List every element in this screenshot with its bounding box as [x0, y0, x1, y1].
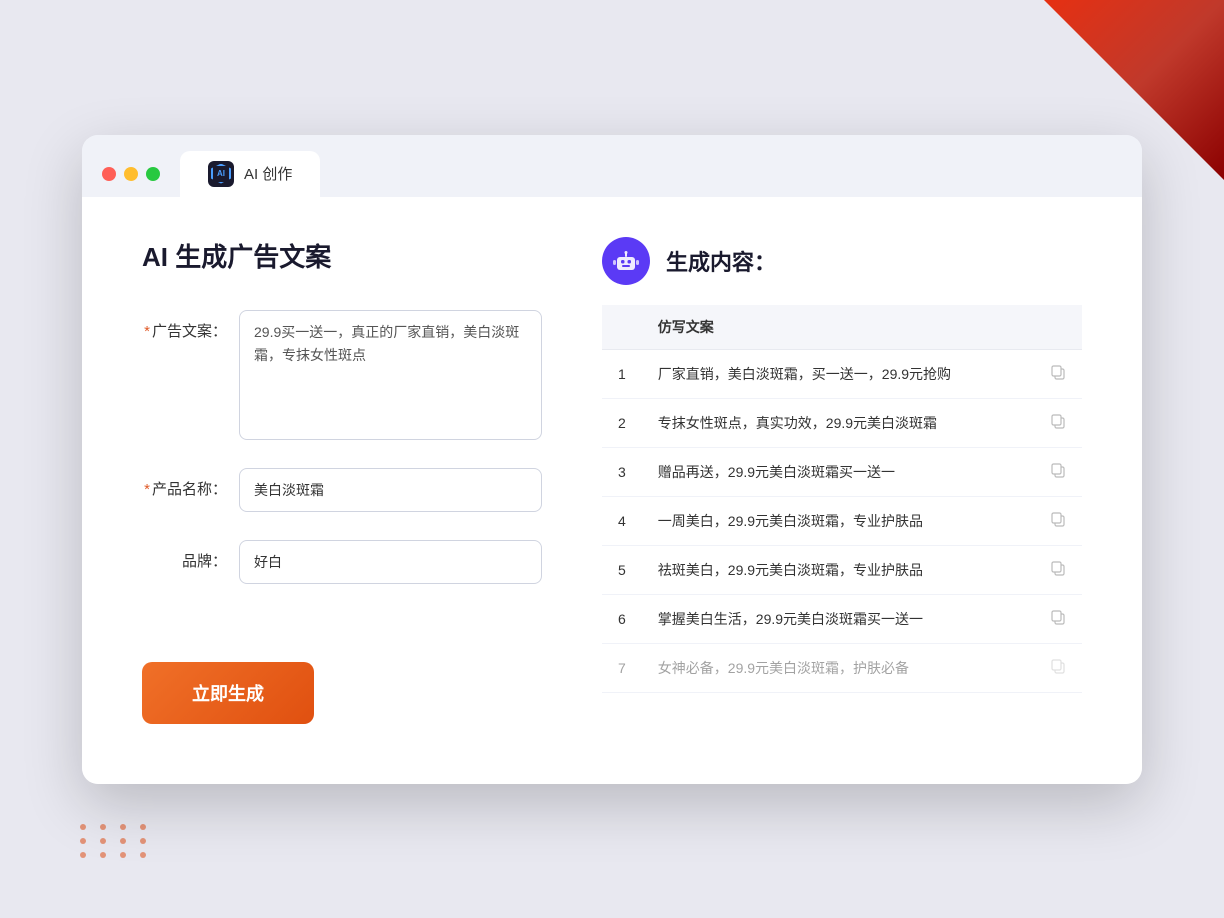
table-row: 7 女神必备，29.9元美白淡斑霜，护肤必备 — [602, 643, 1082, 692]
tab-ai-create[interactable]: AI AI 创作 — [180, 151, 320, 197]
row-text: 一周美白，29.9元美白淡斑霜，专业护肤品 — [642, 496, 1034, 545]
minimize-button[interactable] — [124, 167, 138, 181]
required-star-ad: * — [144, 323, 150, 340]
row-number: 1 — [602, 349, 642, 398]
row-text: 掌握美白生活，29.9元美白淡斑霜买一送一 — [642, 594, 1034, 643]
row-number: 5 — [602, 545, 642, 594]
main-content: AI 生成广告文案 *广告文案： 29.9买一送一，真正的厂家直销，美白淡斑霜，… — [82, 197, 1142, 784]
result-table: 仿写文案 1 厂家直销，美白淡斑霜，买一送一，29.9元抢购 2 专抹女性斑点，… — [602, 305, 1082, 693]
brand-row: 品牌： — [142, 540, 542, 584]
right-panel: 生成内容： 仿写文案 1 厂家直销，美白淡斑霜，买一送一，29.9元抢购 — [602, 237, 1082, 724]
row-number: 6 — [602, 594, 642, 643]
bg-decoration-dots — [80, 824, 152, 858]
ad-copy-row: *广告文案： 29.9买一送一，真正的厂家直销，美白淡斑霜，专抹女性斑点 — [142, 310, 542, 440]
table-header-num — [602, 305, 642, 350]
panel-title: AI 生成广告文案 — [142, 237, 542, 274]
result-title: 生成内容： — [666, 245, 776, 277]
copy-button[interactable] — [1034, 545, 1082, 594]
table-row: 6 掌握美白生活，29.9元美白淡斑霜买一送一 — [602, 594, 1082, 643]
result-header: 生成内容： — [602, 237, 1082, 285]
copy-button[interactable] — [1034, 398, 1082, 447]
table-header-action — [1034, 305, 1082, 350]
brand-label: 品牌： — [142, 540, 227, 571]
maximize-button[interactable] — [146, 167, 160, 181]
generate-button[interactable]: 立即生成 — [142, 662, 314, 724]
table-row: 4 一周美白，29.9元美白淡斑霜，专业护肤品 — [602, 496, 1082, 545]
title-bar: AI AI 创作 — [82, 135, 1142, 197]
copy-button[interactable] — [1034, 496, 1082, 545]
product-name-label: *产品名称： — [142, 468, 227, 499]
row-text: 赠品再送，29.9元美白淡斑霜买一送一 — [642, 447, 1034, 496]
row-number: 4 — [602, 496, 642, 545]
ad-copy-textarea[interactable]: 29.9买一送一，真正的厂家直销，美白淡斑霜，专抹女性斑点 — [239, 310, 542, 440]
row-number: 3 — [602, 447, 642, 496]
tab-bar: AI AI 创作 — [180, 151, 320, 197]
product-name-input[interactable] — [239, 468, 542, 512]
copy-button[interactable] — [1034, 594, 1082, 643]
copy-button[interactable] — [1034, 643, 1082, 692]
product-name-row: *产品名称： — [142, 468, 542, 512]
ad-copy-label: *广告文案： — [142, 310, 227, 341]
table-row: 5 祛斑美白，29.9元美白淡斑霜，专业护肤品 — [602, 545, 1082, 594]
close-button[interactable] — [102, 167, 116, 181]
row-number: 7 — [602, 643, 642, 692]
brand-input[interactable] — [239, 540, 542, 584]
table-row: 2 专抹女性斑点，真实功效，29.9元美白淡斑霜 — [602, 398, 1082, 447]
table-row: 3 赠品再送，29.9元美白淡斑霜买一送一 — [602, 447, 1082, 496]
tab-label: AI 创作 — [244, 163, 292, 184]
required-star-product: * — [144, 481, 150, 498]
copy-button[interactable] — [1034, 447, 1082, 496]
browser-window: AI AI 创作 AI 生成广告文案 *广告文案： 29.9买一送一，真正的厂家… — [82, 135, 1142, 784]
copy-button[interactable] — [1034, 349, 1082, 398]
ai-icon: AI — [208, 161, 234, 187]
row-text: 厂家直销，美白淡斑霜，买一送一，29.9元抢购 — [642, 349, 1034, 398]
row-number: 2 — [602, 398, 642, 447]
left-panel: AI 生成广告文案 *广告文案： 29.9买一送一，真正的厂家直销，美白淡斑霜，… — [142, 237, 542, 724]
table-header-copy: 仿写文案 — [642, 305, 1034, 350]
row-text: 专抹女性斑点，真实功效，29.9元美白淡斑霜 — [642, 398, 1034, 447]
row-text: 祛斑美白，29.9元美白淡斑霜，专业护肤品 — [642, 545, 1034, 594]
table-row: 1 厂家直销，美白淡斑霜，买一送一，29.9元抢购 — [602, 349, 1082, 398]
row-text: 女神必备，29.9元美白淡斑霜，护肤必备 — [642, 643, 1034, 692]
robot-icon — [602, 237, 650, 285]
window-controls — [102, 167, 160, 181]
